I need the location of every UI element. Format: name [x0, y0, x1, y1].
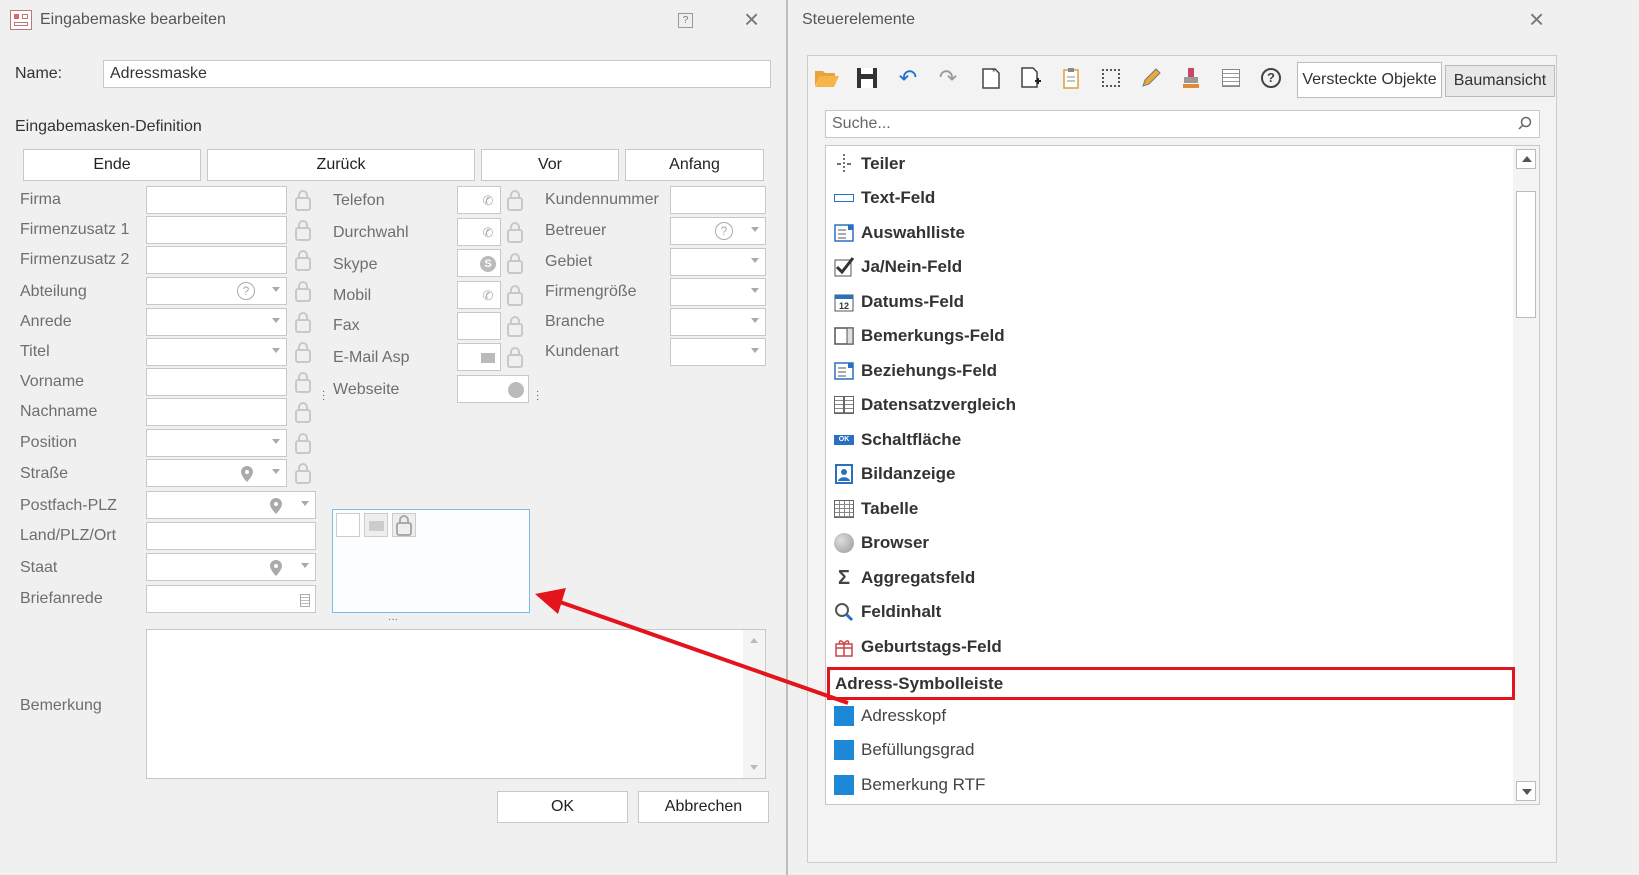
annotation-arrow [535, 588, 849, 705]
